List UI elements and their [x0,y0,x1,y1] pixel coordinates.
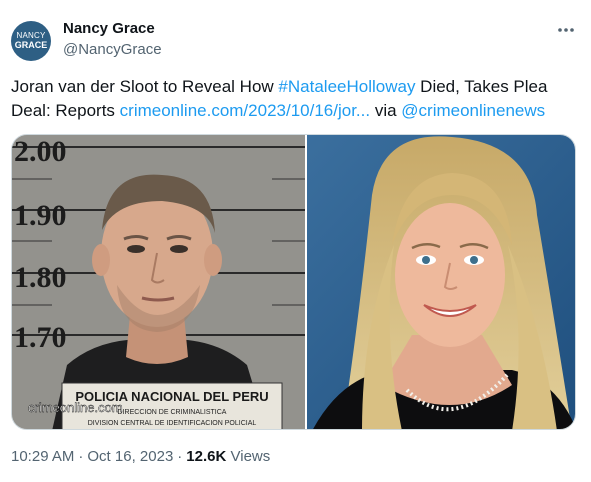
height-mark: 2.00 [14,135,67,168]
height-mark: 1.80 [14,261,67,294]
avatar[interactable]: NANCY GRACE [11,21,51,61]
tweet-time[interactable]: 10:29 AM [11,448,74,465]
views-count: 12.6K [186,448,227,465]
author-name[interactable]: Nancy Grace [63,20,155,37]
portrait-photo [307,135,575,429]
meta-separator: · [177,448,183,465]
watermark: crimeonline.com [28,400,123,415]
tweet-date[interactable]: Oct 16, 2023 [87,448,173,465]
more-options-button[interactable] [556,22,576,38]
ellipsis-horizontal-icon [558,28,574,32]
hashtag-link[interactable]: #NataleeHolloway [278,77,415,96]
mention-link[interactable]: @crimeonlinenews [401,101,545,120]
meta-separator: · [78,448,84,465]
placard-line: DIRECCION DE CRIMINALISTICA [118,409,227,416]
mugshot-photo: 2.00 1.90 1.80 1.70 POLICIA NACIONAL DEL… [12,135,305,429]
placard-line: DIVISION CENTRAL DE IDENTIFICACION POLIC… [88,420,257,427]
tweet-card: NANCY GRACE Nancy Grace @NancyGrace Jora… [0,0,591,482]
tweet-text: Joran van der Sloot to Reveal How #Natal… [11,75,577,123]
avatar-text-line1: NANCY [16,31,46,40]
views-label: Views [230,448,271,465]
height-mark: 1.70 [14,321,67,354]
media-composite-image: 2.00 1.90 1.80 1.70 POLICIA NACIONAL DEL… [12,135,575,429]
tweet-text-part: Joran van der Sloot to Reveal How [11,77,279,96]
tweet-text-part: via [370,101,402,120]
tweet-meta: 10:29 AM · Oct 16, 2023 · 12.6K Views [11,448,270,465]
article-link[interactable]: crimeonline.com/2023/10/16/jor... [120,101,370,120]
author-handle[interactable]: @NancyGrace [63,41,162,58]
height-mark: 1.90 [14,199,67,232]
avatar-text-line2: GRACE [14,40,48,50]
tweet-media[interactable]: 2.00 1.90 1.80 1.70 POLICIA NACIONAL DEL… [11,134,576,430]
